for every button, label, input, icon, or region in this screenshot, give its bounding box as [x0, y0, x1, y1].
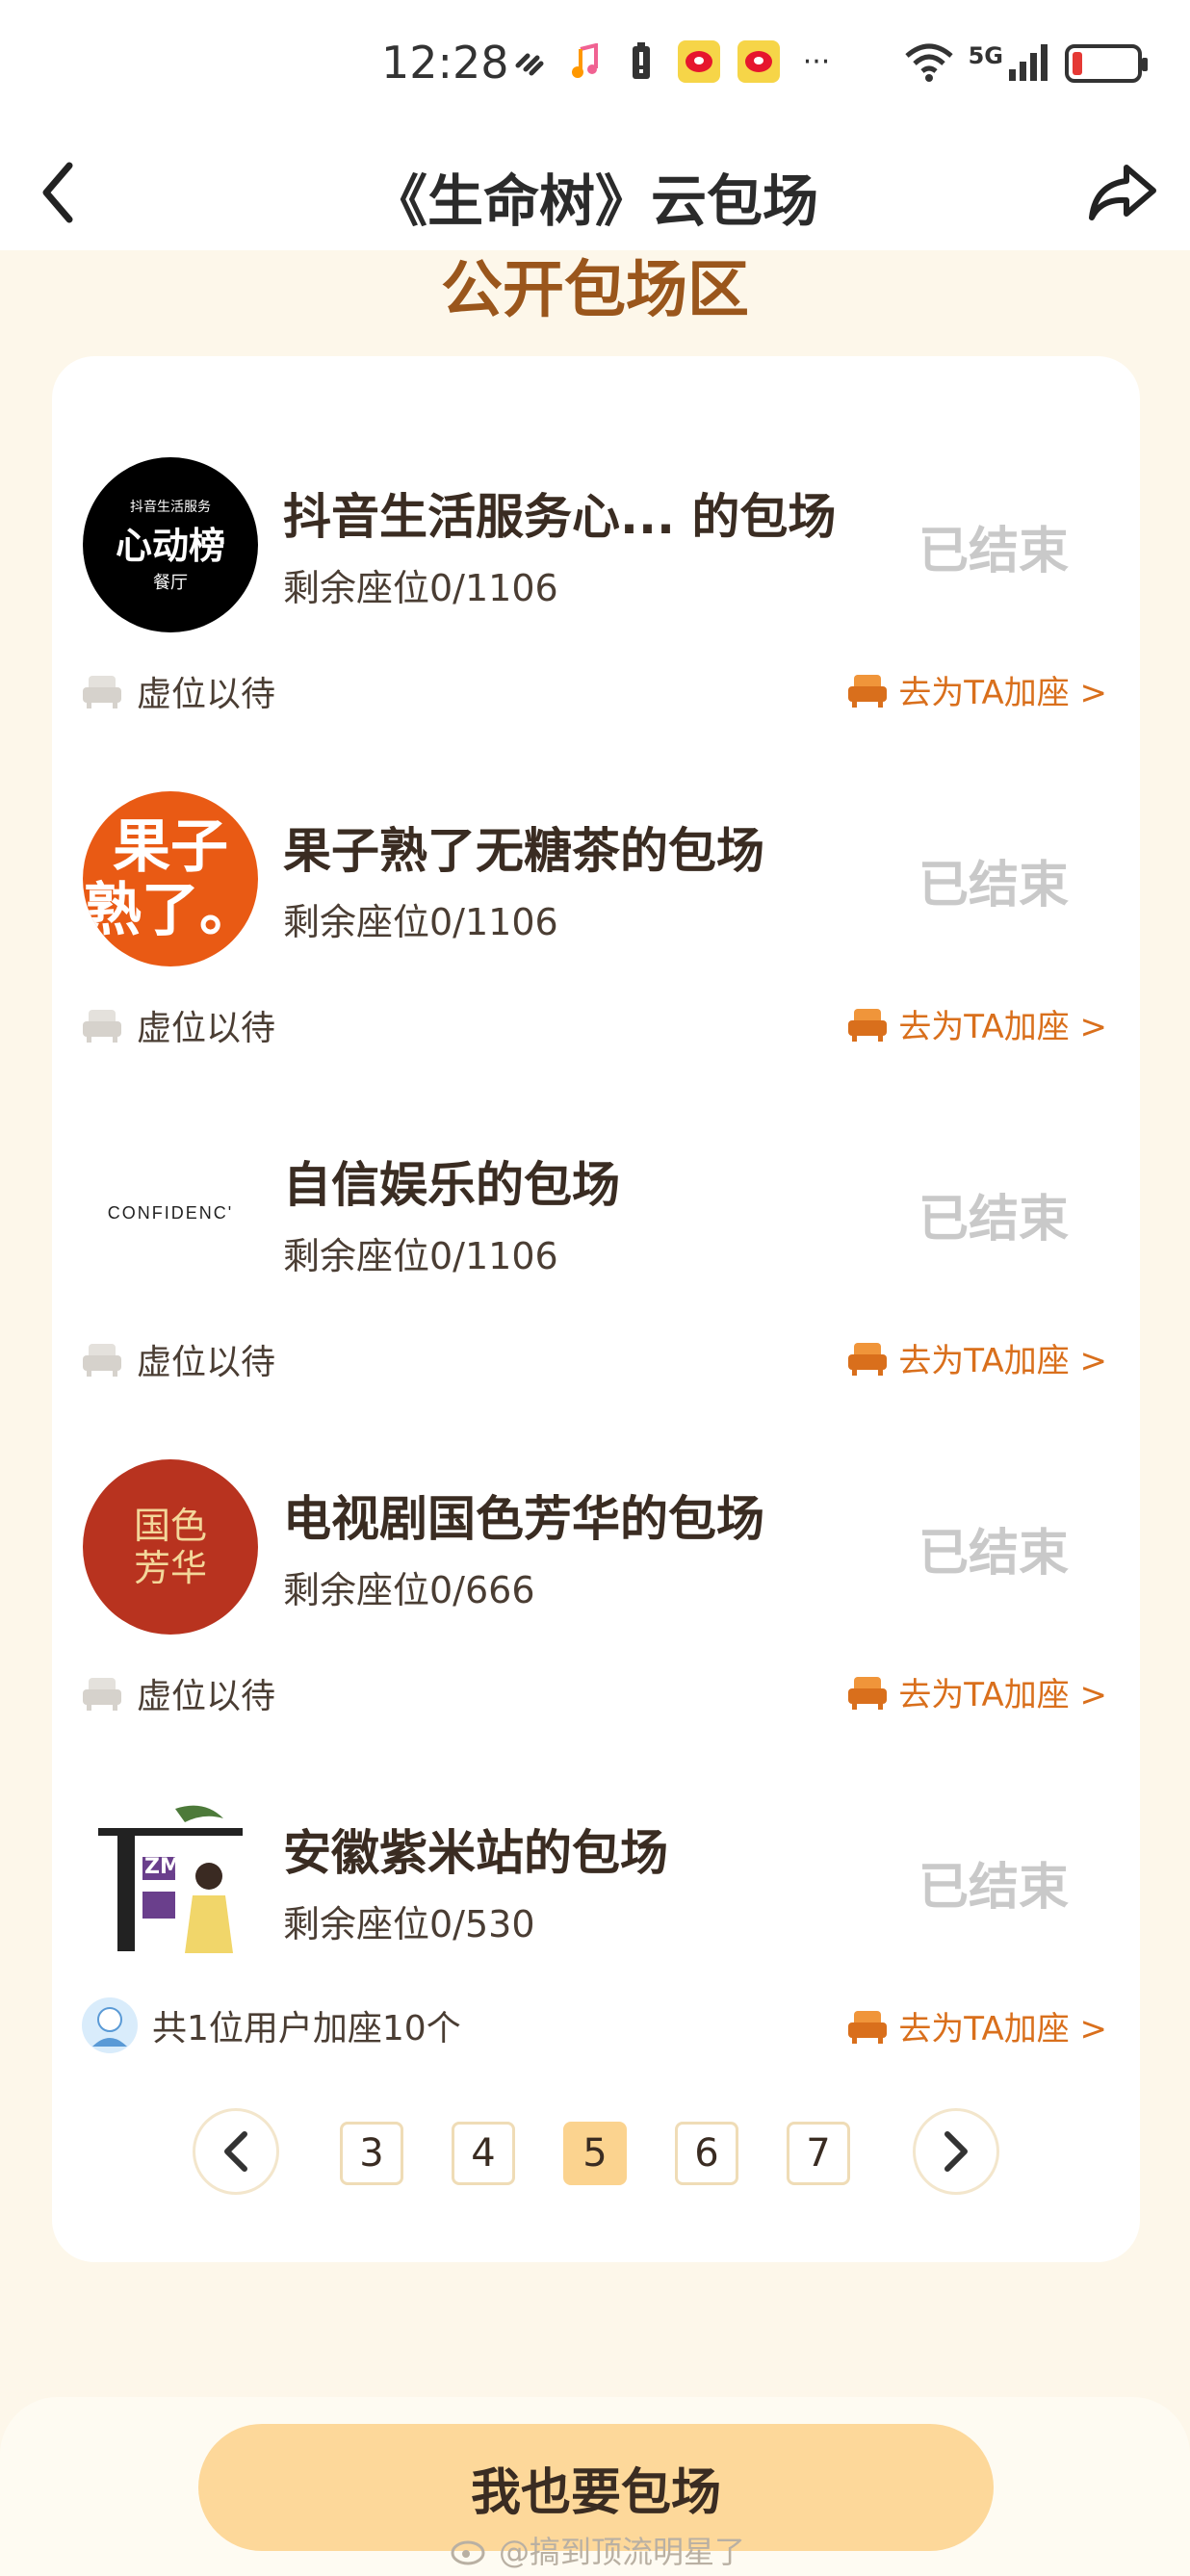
page-title: 《生命树》云包场: [371, 168, 818, 234]
prev-page-button[interactable]: [193, 2108, 279, 2195]
entry-seats: 剩余座位0/1106: [283, 1235, 558, 1277]
section-heading: 公开包场区: [441, 255, 749, 326]
entry-foot-left: 共1位用户加座10个: [81, 1996, 461, 2054]
weibo-icon: [737, 40, 780, 83]
avatar: 果子 熟了。: [83, 791, 258, 966]
page-button[interactable]: 6: [675, 2122, 738, 2185]
network-label: 5G: [968, 42, 1003, 69]
logo-main-text: 心动榜: [115, 524, 225, 567]
weibo-logo-icon: [451, 2540, 485, 2565]
logo-line2: 熟了。: [84, 877, 257, 944]
watermark: @搞到顶流明星了: [451, 2528, 745, 2572]
entry-status: 已结束: [918, 1859, 1070, 1917]
status-system-icons: 5G: [903, 40, 1148, 87]
pagination: 3 4 5 6 7: [52, 2108, 1140, 2204]
share-button[interactable]: [1084, 154, 1161, 231]
list-item[interactable]: CONFIDENC' 自信娱乐的包场 剩余座位0/1106 已结束 虚位以待 去…: [52, 1024, 1140, 1382]
status-time: 12:28: [381, 37, 509, 89]
entry-seats: 剩余座位0/530: [283, 1903, 535, 1945]
wifi-icon: [903, 40, 955, 87]
logo-small-text: 抖音生活服务: [130, 499, 211, 515]
entry-seats: 剩余座位0/1106: [283, 901, 558, 943]
status-notification-icons: ···: [510, 40, 836, 83]
list-item[interactable]: ZM 安徽紫米站的包场 剩余座位0/530 已结束 共1位用户加座10个 去为T…: [52, 1692, 1140, 2053]
entry-status: 已结束: [918, 523, 1070, 580]
entry-name: 电视剧国色芳华的包场: [283, 1491, 764, 1547]
weibo-icon: [678, 40, 720, 83]
status-bar: 12:28 ··· 5G: [0, 0, 1190, 135]
avatar: 国色芳华: [83, 1459, 258, 1635]
entry-name: 自信娱乐的包场: [283, 1157, 620, 1213]
share-icon: [1089, 165, 1156, 220]
avatar: CONFIDENC': [83, 1125, 258, 1301]
entry-seats: 剩余座位0/666: [283, 1569, 535, 1611]
user-avatar-icon: [82, 1997, 138, 2053]
logo-sub-text: 餐厅: [153, 572, 188, 593]
foot-left-label: 共1位用户加座10个: [152, 2009, 461, 2048]
entry-name: 抖音生活服务心... 的包场: [283, 489, 837, 545]
entry-status: 已结束: [918, 857, 1070, 914]
alert-battery-icon: [622, 42, 660, 81]
logo-text: 国色芳华: [133, 1505, 207, 1589]
link-icon: [510, 42, 549, 81]
next-page-button[interactable]: [913, 2108, 999, 2195]
header: 《生命树》云包场: [0, 135, 1190, 250]
add-seat-label: 去为TA加座 >: [898, 2010, 1107, 2048]
page-button-current[interactable]: 5: [563, 2122, 627, 2185]
logo-text: ZM: [144, 1855, 181, 1879]
entry-name: 果子熟了无糖茶的包场: [283, 823, 764, 879]
add-seat-button[interactable]: 去为TA加座 >: [846, 2002, 1107, 2049]
booking-list-card: 抖音生活服务 心动榜 餐厅 抖音生活服务心... 的包场 剩余座位0/1106 …: [52, 356, 1140, 2262]
more-icon: ···: [802, 44, 831, 79]
list-item[interactable]: 抖音生活服务 心动榜 餐厅 抖音生活服务心... 的包场 剩余座位0/1106 …: [52, 356, 1140, 714]
chevron-left-icon: [224, 2131, 247, 2172]
battery-icon: [1065, 44, 1148, 83]
page-button[interactable]: 4: [452, 2122, 515, 2185]
page-button[interactable]: 7: [787, 2122, 850, 2185]
page-button[interactable]: 3: [340, 2122, 403, 2185]
entry-status: 已结束: [918, 1191, 1070, 1249]
chevron-right-icon: [944, 2131, 968, 2172]
entry-status: 已结束: [918, 1525, 1070, 1583]
list-item[interactable]: 国色芳华 电视剧国色芳华的包场 剩余座位0/666 已结束 虚位以待 去为TA加…: [52, 1358, 1140, 1716]
seat-icon: [848, 2010, 888, 2044]
logo-line1: 果子: [113, 813, 228, 881]
music-icon: [566, 42, 605, 81]
avatar: 抖音生活服务 心动榜 餐厅: [83, 457, 258, 632]
zm-logo-icon: [98, 1805, 243, 1953]
list-item[interactable]: 果子 熟了。 果子熟了无糖茶的包场 剩余座位0/1106 已结束 虚位以待 去为…: [52, 690, 1140, 1048]
signal-icon: [1007, 42, 1051, 85]
logo-text: CONFIDENC': [107, 1202, 234, 1223]
avatar: ZM: [83, 1793, 258, 1969]
watermark-text: @搞到顶流明星了: [499, 2534, 746, 2570]
entry-seats: 剩余座位0/1106: [283, 567, 558, 609]
entry-name: 安徽紫米站的包场: [283, 1825, 668, 1881]
